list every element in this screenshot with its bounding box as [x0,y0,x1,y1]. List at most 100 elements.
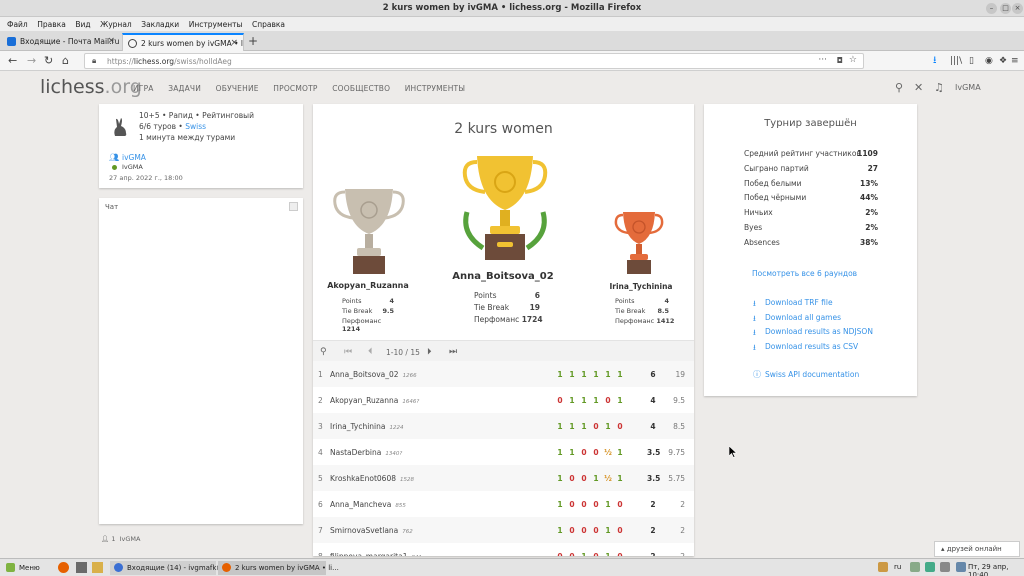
round-result[interactable]: 0 [568,474,576,483]
round-result[interactable]: 1 [592,370,600,379]
round-result[interactable]: 1 [604,422,612,431]
nav-watch[interactable]: ПРОСМОТР [273,84,317,93]
reload-icon[interactable]: ↻ [44,54,53,68]
round-result[interactable]: 0 [592,552,600,556]
forward-icon[interactable]: → [27,54,36,68]
third-place-name[interactable]: Irina_Tychinina [591,282,691,291]
round-result[interactable]: 0 [580,526,588,535]
round-result[interactable]: 0 [592,448,600,457]
round-result[interactable]: 0 [580,448,588,457]
round-result[interactable]: 0 [592,500,600,509]
menu-help[interactable]: Справка [252,20,285,29]
downloads-icon[interactable]: ⭳ [933,54,937,68]
system-clock[interactable]: Пт, 29 апр, 10:40 [968,563,1024,576]
hamburger-menu-icon[interactable]: ≡ [1011,54,1019,68]
round-result[interactable]: 0 [616,500,624,509]
nav-play[interactable]: ИГРА [133,84,154,93]
close-window-icon[interactable]: × [1012,3,1023,14]
tray-shield-icon[interactable] [925,562,935,572]
round-result[interactable]: 1 [592,396,600,405]
tab-mail[interactable]: Входящие - Почта Mail.ru × [2,33,120,51]
round-result[interactable]: 0 [568,552,576,556]
round-result[interactable]: 0 [568,500,576,509]
all-rounds-link[interactable]: Посмотреть все 6 раундов [752,269,857,278]
close-tab-icon[interactable]: × [107,36,115,46]
round-result[interactable]: 0 [616,422,624,431]
round-result[interactable]: ½ [604,448,612,457]
menu-history[interactable]: Журнал [100,20,132,29]
round-result[interactable]: 1 [604,370,612,379]
nav-puzzles[interactable]: ЗАДАЧИ [168,84,201,93]
swiss-api-link[interactable]: ⓘ Swiss API documentation [753,370,859,379]
site-logo[interactable]: lichess.org [40,76,142,98]
round-result[interactable]: 1 [604,526,612,535]
tray-volume-icon[interactable] [940,562,950,572]
library-icon[interactable]: |||\ [950,54,962,68]
bookmark-star-icon[interactable]: ☆ [849,55,857,65]
menu-view[interactable]: Вид [75,20,90,29]
download-trf-link[interactable]: ⭳ Download TRF file [753,298,833,308]
table-row[interactable]: 8filippova_margarita184100101022 [313,543,694,556]
table-row[interactable]: 5 KroshkaEnot0608 1528 1 0 0 1 ½ 1 3.5 5.75 [313,465,694,491]
round-result[interactable]: 0 [604,396,612,405]
round-result[interactable]: 1 [616,448,624,457]
notification-bell-icon[interactable]: ♫ [934,81,944,94]
tray-battery-icon[interactable] [956,562,966,572]
round-result[interactable]: 1 [604,500,612,509]
files-launcher-icon[interactable] [92,562,103,573]
round-result[interactable]: ½ [604,474,612,483]
minimize-icon[interactable]: – [986,3,997,14]
round-result[interactable]: 1 [616,396,624,405]
round-result[interactable]: 1 [556,448,564,457]
previous-page-icon[interactable]: ⏴ [368,347,373,357]
round-result[interactable]: 1 [580,552,588,556]
close-tab-icon[interactable]: × [230,38,238,48]
player-name[interactable]: KroshkaEnot0608 1528 [330,474,414,483]
player-name[interactable]: Akopyan_Ruzanna 1646? [330,396,419,405]
table-row[interactable]: 3 Irina_Tychinina 1224 1 1 1 0 1 0 4 8.5 [313,413,694,439]
round-result[interactable]: 1 [556,422,564,431]
round-result[interactable]: 1 [568,396,576,405]
round-result[interactable]: 0 [592,526,600,535]
round-result[interactable]: 0 [616,526,624,535]
keyboard-layout[interactable]: ru [894,563,901,571]
round-result[interactable]: 1 [568,448,576,457]
menu-file[interactable]: Файл [7,20,28,29]
url-bar[interactable]: 🔒︎ https://lichess.org/swiss/holldAeg ··… [84,53,864,69]
download-ndjson-link[interactable]: ⭳ Download results as NDJSON [753,327,873,337]
friends-online-button[interactable]: ▴ друзей онлайн [934,541,1020,557]
round-result[interactable]: 0 [592,422,600,431]
menu-bookmarks[interactable]: Закладки [141,20,179,29]
terminal-launcher-icon[interactable] [76,562,87,573]
last-page-icon[interactable]: ⏭ [449,347,457,357]
sidebar-icon[interactable]: ▯ [969,54,974,68]
swiss-link[interactable]: Swiss [185,122,206,131]
round-result[interactable]: 1 [616,474,624,483]
back-icon[interactable]: ← [8,54,17,68]
start-menu-button[interactable]: Меню [2,561,46,575]
search-players-icon[interactable]: ⚲ [320,347,327,357]
round-result[interactable]: 1 [556,500,564,509]
home-icon[interactable]: ⌂ [62,54,69,68]
round-result[interactable]: 1 [580,422,588,431]
round-result[interactable]: 1 [568,370,576,379]
firefox-launcher-icon[interactable] [58,562,69,573]
nav-tools[interactable]: ИНСТРУМЕНТЫ [405,84,465,93]
lock-icon[interactable]: 🔒︎ [92,56,96,66]
round-result[interactable]: 1 [556,370,564,379]
player-name[interactable]: NastaDerbina 1340? [330,448,402,457]
round-result[interactable]: 1 [568,422,576,431]
table-row[interactable]: 1 Anna_Boitsova_02 1266 1 1 1 1 1 1 6 19 [313,361,694,387]
tray-network-icon[interactable] [910,562,920,572]
player-name[interactable]: SmirnovaSvetlana 762 [330,526,413,535]
maximize-icon[interactable]: □ [1000,3,1011,14]
first-page-icon[interactable]: ⏮ [344,347,352,357]
challenge-icon[interactable]: ✕ [914,81,923,94]
player-name[interactable]: filippova_margarita1841 [330,552,422,556]
taskbar-mail-window[interactable]: Входящие (14) - ivgmafk@... [110,561,230,575]
table-row[interactable]: 4 NastaDerbina 1340? 1 1 0 0 ½ 1 3.5 9.75 [313,439,694,465]
round-result[interactable]: 0 [556,552,564,556]
page-actions-icon[interactable]: ··· [818,55,827,65]
player-name[interactable]: Irina_Tychinina 1224 [330,422,403,431]
first-place-name[interactable]: Anna_Boitsova_02 [443,271,563,282]
